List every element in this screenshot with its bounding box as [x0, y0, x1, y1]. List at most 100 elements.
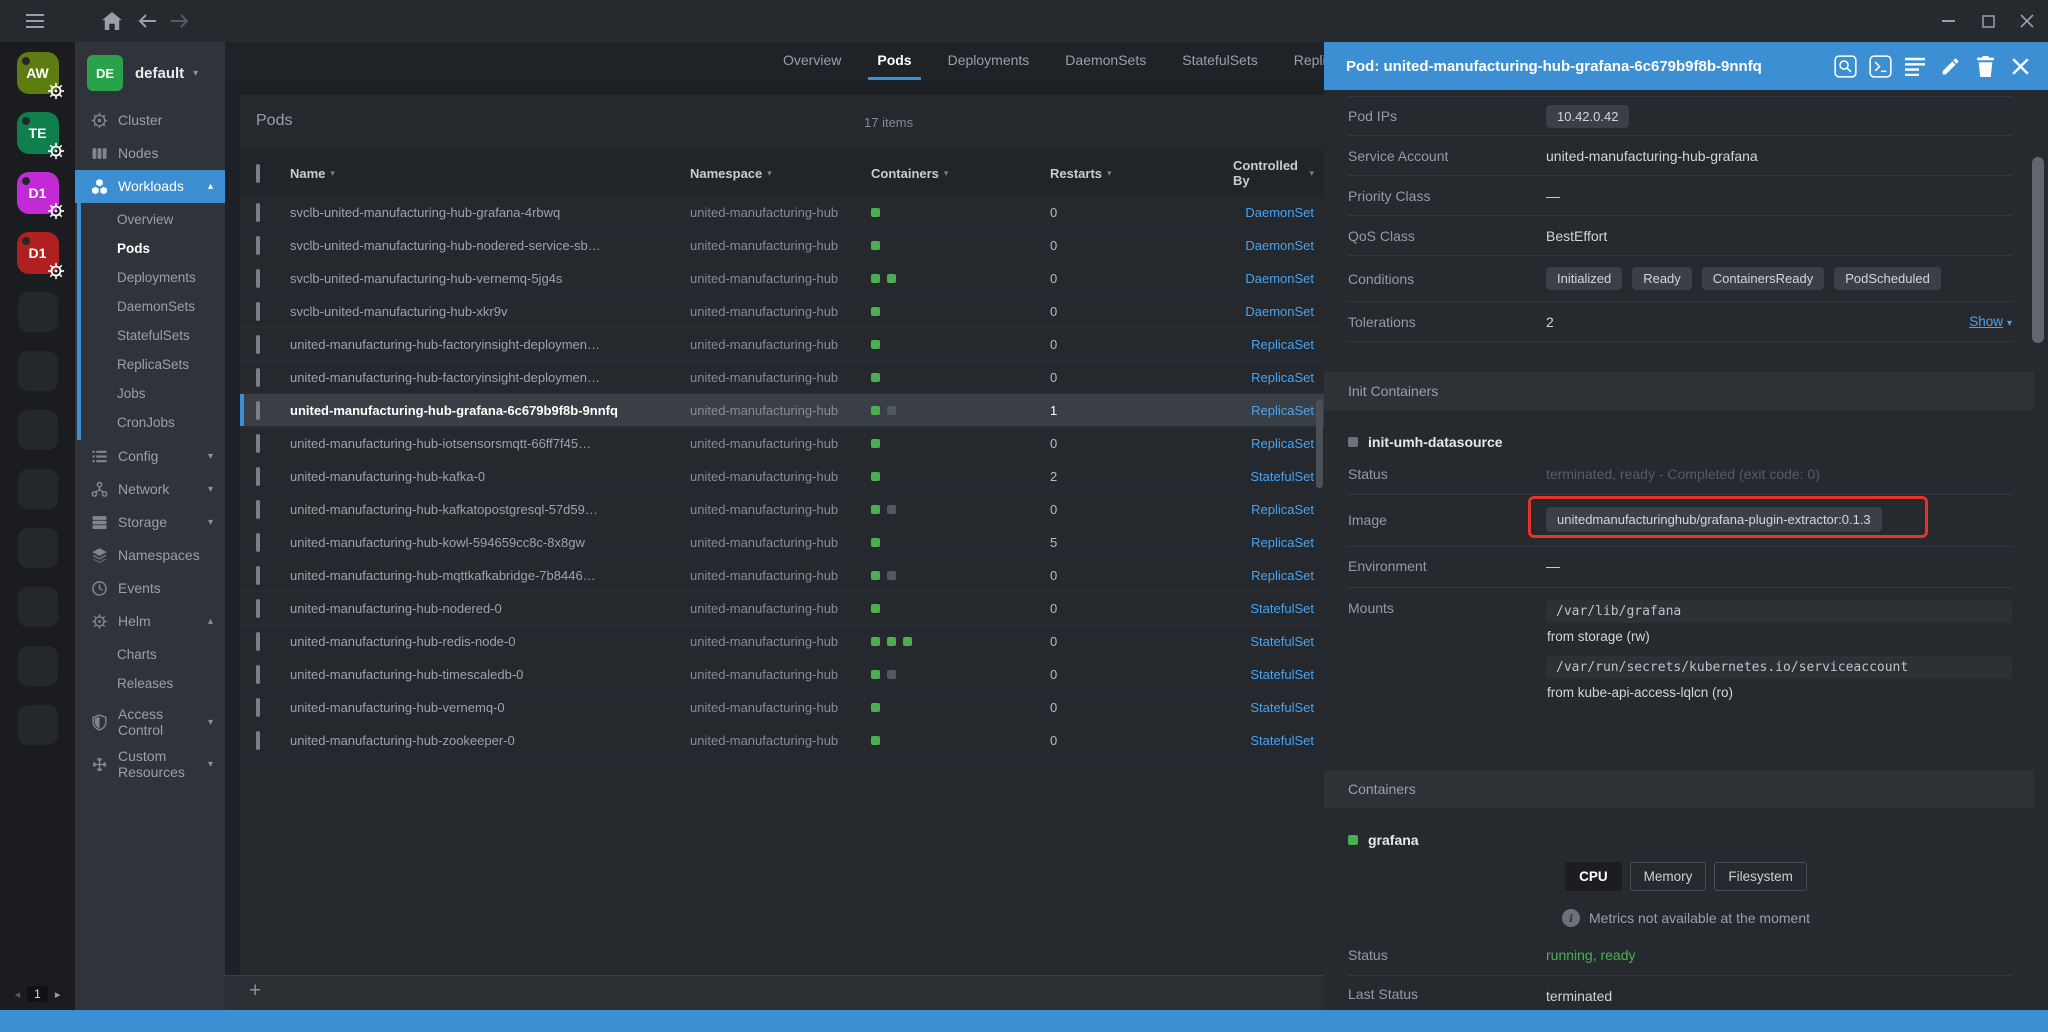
pod-row[interactable]: united-manufacturing-hub-kafkatopostgres… — [240, 493, 1324, 526]
row-checkbox[interactable] — [256, 500, 260, 519]
sidebar-item-storage[interactable]: Storage▾ — [75, 506, 225, 539]
cluster-switcher[interactable]: DE default ▾ — [75, 42, 225, 104]
sidebar-item-custom-resources[interactable]: Custom Resources▾ — [75, 743, 225, 785]
maximize-button[interactable] — [1978, 11, 1998, 31]
controlled-by-link[interactable]: StatefulSet — [1250, 601, 1314, 616]
row-checkbox[interactable] — [256, 236, 260, 255]
sidebar-item-events[interactable]: Events — [75, 572, 225, 605]
pod-row[interactable]: united-manufacturing-hub-kafka-0united-m… — [240, 460, 1324, 493]
table-scrollbar[interactable] — [1316, 400, 1323, 488]
back-arrow-icon[interactable] — [136, 10, 158, 32]
controlled-by-link[interactable]: ReplicaSet — [1251, 337, 1314, 352]
row-checkbox[interactable] — [256, 302, 260, 321]
sidebar-item-network[interactable]: Network▾ — [75, 473, 225, 506]
column-header-containers[interactable]: Containers▾ — [871, 166, 1050, 181]
tab-deployments[interactable]: Deployments — [945, 42, 1033, 81]
metric-tab-memory[interactable]: Memory — [1630, 862, 1707, 891]
delete-icon[interactable] — [1973, 54, 1997, 78]
row-checkbox[interactable] — [256, 665, 260, 684]
pod-row[interactable]: united-manufacturing-hub-mqttkafkabridge… — [240, 559, 1324, 592]
search-icon[interactable] — [1833, 54, 1857, 78]
forward-arrow-icon[interactable] — [169, 10, 191, 32]
sidebar-subitem-pods[interactable]: Pods — [75, 234, 225, 263]
pod-row[interactable]: svclb-united-manufacturing-hub-grafana-4… — [240, 196, 1324, 229]
controlled-by-link[interactable]: StatefulSet — [1250, 700, 1314, 715]
pod-row[interactable]: united-manufacturing-hub-iotsensorsmqtt-… — [240, 427, 1324, 460]
sidebar-subitem-statefulsets[interactable]: StatefulSets — [75, 321, 225, 350]
sidebar-item-workloads[interactable]: Workloads▴ — [75, 170, 225, 203]
home-icon[interactable] — [101, 10, 123, 32]
controlled-by-link[interactable]: DaemonSet — [1245, 271, 1314, 286]
page-prev-icon[interactable]: ◂ — [15, 988, 21, 1001]
pod-row[interactable]: svclb-united-manufacturing-hub-xkr9vunit… — [240, 295, 1324, 328]
row-checkbox[interactable] — [256, 632, 260, 651]
sidebar-subitem-daemonsets[interactable]: DaemonSets — [75, 292, 225, 321]
pod-row[interactable]: united-manufacturing-hub-grafana-6c679b9… — [240, 394, 1324, 427]
sidebar-subitem-replicasets[interactable]: ReplicaSets — [75, 350, 225, 379]
row-checkbox[interactable] — [256, 698, 260, 717]
row-checkbox[interactable] — [256, 401, 260, 420]
controlled-by-link[interactable]: StatefulSet — [1250, 733, 1314, 748]
pod-row[interactable]: svclb-united-manufacturing-hub-vernemq-5… — [240, 262, 1324, 295]
drawer-scrollbar[interactable] — [2032, 157, 2044, 343]
pod-row[interactable]: united-manufacturing-hub-zookeeper-0unit… — [240, 724, 1324, 757]
close-window-button[interactable] — [2017, 11, 2037, 31]
sidebar-subitem-charts[interactable]: Charts — [75, 640, 225, 669]
sidebar-item-cluster[interactable]: Cluster — [75, 104, 225, 137]
controlled-by-link[interactable]: ReplicaSet — [1251, 568, 1314, 583]
minimize-button[interactable] — [1938, 11, 1958, 31]
select-all-checkbox[interactable] — [256, 164, 260, 183]
controlled-by-link[interactable]: DaemonSet — [1245, 205, 1314, 220]
row-checkbox[interactable] — [256, 533, 260, 552]
tab-overview[interactable]: Overview — [780, 42, 844, 81]
sidebar-subitem-deployments[interactable]: Deployments — [75, 263, 225, 292]
controlled-by-link[interactable]: ReplicaSet — [1251, 535, 1314, 550]
close-drawer-icon[interactable] — [2008, 54, 2032, 78]
row-checkbox[interactable] — [256, 335, 260, 354]
page-next-icon[interactable]: ▸ — [55, 988, 61, 1001]
sidebar-item-nodes[interactable]: Nodes — [75, 137, 225, 170]
cluster-avatar[interactable]: AW — [17, 52, 59, 94]
row-checkbox[interactable] — [256, 269, 260, 288]
column-header-name[interactable]: Name▾ — [290, 166, 690, 181]
sidebar-subitem-jobs[interactable]: Jobs — [75, 379, 225, 408]
row-checkbox[interactable] — [256, 368, 260, 387]
controlled-by-link[interactable]: DaemonSet — [1245, 238, 1314, 253]
sidebar-subitem-releases[interactable]: Releases — [75, 669, 225, 698]
controlled-by-link[interactable]: StatefulSet — [1250, 469, 1314, 484]
metric-tab-filesystem[interactable]: Filesystem — [1714, 862, 1807, 891]
cluster-avatar[interactable]: D1 — [17, 172, 59, 214]
row-checkbox[interactable] — [256, 566, 260, 585]
sidebar-item-config[interactable]: Config▾ — [75, 440, 225, 473]
sidebar-item-helm[interactable]: Helm▴ — [75, 605, 225, 638]
column-header-controlled-by[interactable]: Controlled By▾ — [1233, 158, 1324, 188]
menu-icon[interactable] — [24, 10, 46, 32]
row-checkbox[interactable] — [256, 467, 260, 486]
controlled-by-link[interactable]: StatefulSet — [1250, 667, 1314, 682]
row-checkbox[interactable] — [256, 203, 260, 222]
cluster-avatar[interactable]: D1 — [17, 232, 59, 274]
edit-icon[interactable] — [1938, 54, 1962, 78]
controlled-by-link[interactable]: ReplicaSet — [1251, 436, 1314, 451]
controlled-by-link[interactable]: DaemonSet — [1245, 304, 1314, 319]
show-tolerations-link[interactable]: Show▾ — [1969, 314, 2012, 329]
pod-row[interactable]: united-manufacturing-hub-factoryinsight-… — [240, 361, 1324, 394]
pod-row[interactable]: united-manufacturing-hub-vernemq-0united… — [240, 691, 1324, 724]
pod-row[interactable]: united-manufacturing-hub-nodered-0united… — [240, 592, 1324, 625]
tab-replicasets[interactable]: ReplicaSets — [1291, 42, 1324, 81]
logs-icon[interactable] — [1903, 54, 1927, 78]
column-header-namespace[interactable]: Namespace▾ — [690, 166, 871, 181]
pod-row[interactable]: svclb-united-manufacturing-hub-nodered-s… — [240, 229, 1324, 262]
controlled-by-link[interactable]: ReplicaSet — [1251, 502, 1314, 517]
controlled-by-link[interactable]: ReplicaSet — [1251, 403, 1314, 418]
row-checkbox[interactable] — [256, 599, 260, 618]
pod-row[interactable]: united-manufacturing-hub-kowl-594659cc8c… — [240, 526, 1324, 559]
row-checkbox[interactable] — [256, 731, 260, 750]
terminal-icon[interactable] — [1868, 54, 1892, 78]
sidebar-subitem-overview[interactable]: Overview — [75, 205, 225, 234]
cluster-avatar[interactable]: TE — [17, 112, 59, 154]
controlled-by-link[interactable]: StatefulSet — [1250, 634, 1314, 649]
sidebar-item-access-control[interactable]: Access Control▾ — [75, 701, 225, 743]
new-terminal-button[interactable]: + — [249, 979, 261, 1003]
tab-pods[interactable]: Pods — [874, 42, 914, 81]
